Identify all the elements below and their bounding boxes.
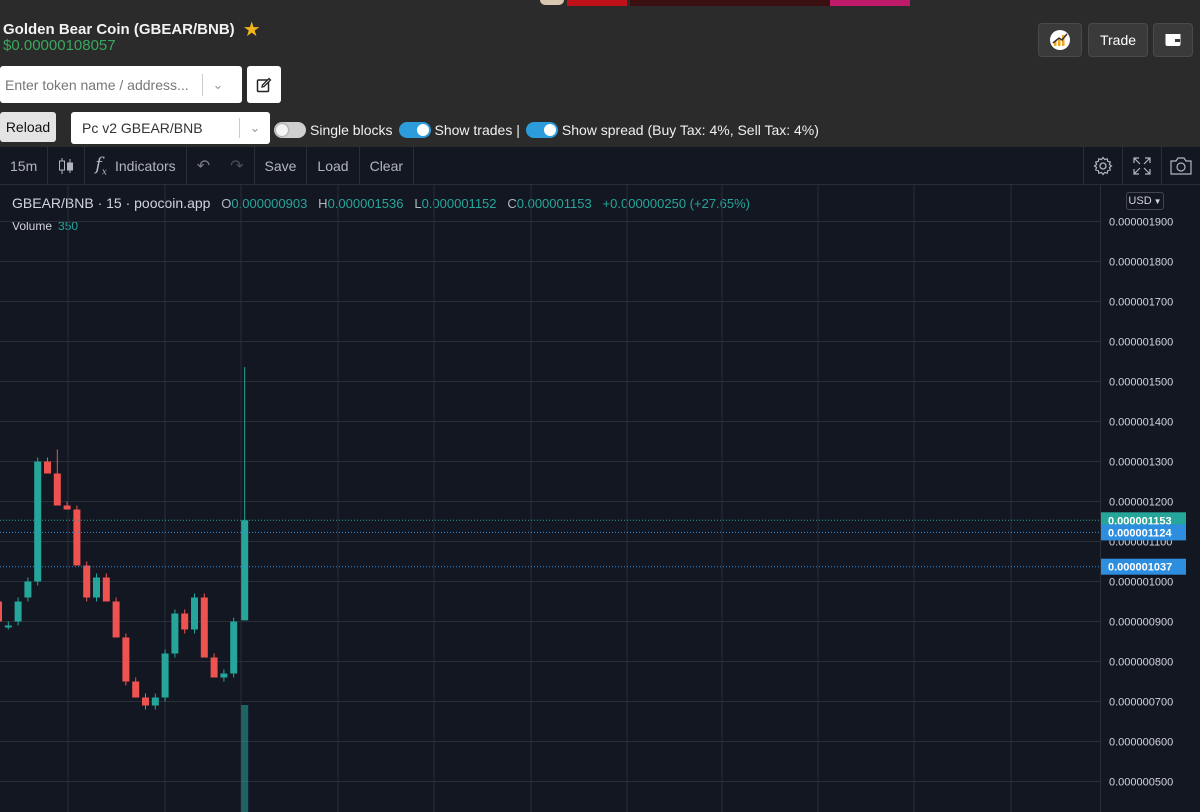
token-search-box[interactable]: ⌄: [0, 66, 242, 103]
candle-body: [191, 597, 198, 630]
y-tick-label: 0.000001400: [1109, 417, 1173, 429]
show-spread-label: Show spread (Buy Tax: 4%, Sell Tax: 4%): [561, 122, 819, 138]
chart-toolbar: 15m fx Indicators ↶ ↷ Save Load Clear: [0, 146, 1200, 185]
camera-icon: [1170, 157, 1192, 175]
settings-button[interactable]: [1084, 147, 1122, 185]
y-tick-label: 0.000001900: [1109, 217, 1173, 229]
undo-icon: ↶: [196, 157, 211, 175]
candlestick-icon: [59, 157, 74, 174]
banner-graphic: [567, 0, 627, 6]
show-trades-toggle[interactable]: [398, 122, 431, 138]
candle-body: [73, 509, 81, 566]
candle-body: [230, 621, 238, 674]
candle-body: [53, 473, 61, 506]
candle-body: [102, 577, 110, 602]
top-banner-ad[interactable]: [0, 0, 1200, 6]
save-button[interactable]: Save: [255, 147, 307, 185]
function-icon: fx: [95, 153, 107, 178]
y-tick-label: 0.000001300: [1109, 457, 1173, 469]
load-button[interactable]: Load: [307, 147, 358, 185]
candle-body: [200, 597, 208, 658]
y-tick-label: 0.000001200: [1109, 497, 1173, 509]
pair-select-value: Pc v2 GBEAR/BNB: [82, 120, 203, 136]
gear-icon: [1093, 156, 1113, 176]
candle-body: [112, 601, 120, 638]
candle-body: [161, 653, 169, 698]
indicators-label: Indicators: [114, 157, 176, 174]
candle-body: [93, 577, 100, 598]
candle-body: [14, 601, 22, 622]
candle-body: [0, 601, 2, 622]
wallet-icon: [1165, 34, 1181, 46]
y-tick-label: 0.000000800: [1109, 657, 1173, 669]
volume-bar: [241, 705, 249, 812]
redo-icon: ↷: [230, 157, 244, 175]
y-tick-label: 0.000001500: [1109, 377, 1173, 389]
undo-button[interactable]: ↶: [187, 147, 220, 185]
wallet-button[interactable]: [1153, 23, 1193, 57]
interval-button[interactable]: 15m: [0, 147, 47, 185]
price-label: 0.000001037: [1108, 562, 1172, 574]
token-title: Golden Bear Coin (GBEAR/BNB) ★: [3, 20, 261, 40]
candle-body: [181, 613, 189, 630]
reload-button[interactable]: Reload: [0, 112, 56, 142]
chart-button[interactable]: [1038, 23, 1082, 57]
trade-button[interactable]: Trade: [1088, 23, 1148, 57]
fullscreen-icon: [1133, 157, 1151, 175]
candle-body: [44, 461, 51, 474]
single-blocks-toggle[interactable]: [274, 122, 306, 138]
candle-body: [4, 625, 12, 628]
edit-button[interactable]: [247, 66, 281, 103]
candle-body: [34, 461, 42, 582]
y-tick-label: 0.000000500: [1109, 777, 1173, 789]
token-search-input[interactable]: [0, 76, 200, 93]
pair-select[interactable]: Pc v2 GBEAR/BNB ⌄: [71, 112, 270, 144]
banner-graphic: [630, 0, 830, 6]
y-tick-label: 0.000000600: [1109, 737, 1173, 749]
y-tick-label: 0.000001700: [1109, 297, 1173, 309]
candle-body: [83, 565, 91, 598]
banner-graphic: [830, 0, 910, 6]
screenshot-button[interactable]: [1162, 147, 1200, 185]
y-tick-label: 0.000000700: [1109, 697, 1173, 709]
candle-body: [122, 637, 130, 682]
token-price: $0.00000108057: [3, 37, 116, 54]
price-label: 0.000001124: [1108, 527, 1173, 539]
y-tick-label: 0.000001600: [1109, 337, 1173, 349]
edit-icon: [256, 77, 272, 92]
favorite-star-icon[interactable]: ★: [243, 20, 261, 40]
indicators-button[interactable]: fx Indicators: [85, 147, 185, 185]
show-spread-toggle[interactable]: [525, 122, 558, 138]
candle-body: [171, 613, 179, 654]
fullscreen-button[interactable]: [1123, 147, 1161, 185]
chevron-down-icon[interactable]: ⌄: [240, 120, 270, 136]
candle-type-button[interactable]: [48, 147, 84, 185]
candle-body: [142, 697, 149, 706]
candle-body: [241, 520, 249, 621]
chevron-down-icon[interactable]: ⌄: [203, 77, 233, 93]
single-blocks-label: Single blocks: [310, 122, 393, 138]
y-tick-label: 0.000001800: [1109, 257, 1173, 269]
banner-graphic: [540, 0, 564, 5]
candle-body: [220, 673, 228, 678]
token-name: Golden Bear Coin (GBEAR/BNB): [3, 21, 235, 38]
chart-circle-icon: [1050, 30, 1070, 50]
candle-body: [210, 657, 218, 678]
candle-body: [151, 697, 159, 706]
candle-body: [63, 505, 71, 510]
candle-body: [24, 581, 32, 598]
y-tick-label: 0.000000900: [1109, 617, 1173, 629]
show-trades-label: Show trades |: [434, 122, 520, 138]
redo-button[interactable]: ↷: [220, 147, 253, 185]
y-tick-label: 0.000001000: [1109, 577, 1173, 589]
candle-body: [132, 681, 140, 698]
chart-toggles: Single blocks Show trades | Show spread …: [274, 122, 819, 138]
candlestick-chart[interactable]: 0.000001900 0.000001800 0.000001700 0.00000…: [0, 185, 1200, 812]
clear-button[interactable]: Clear: [360, 147, 413, 185]
